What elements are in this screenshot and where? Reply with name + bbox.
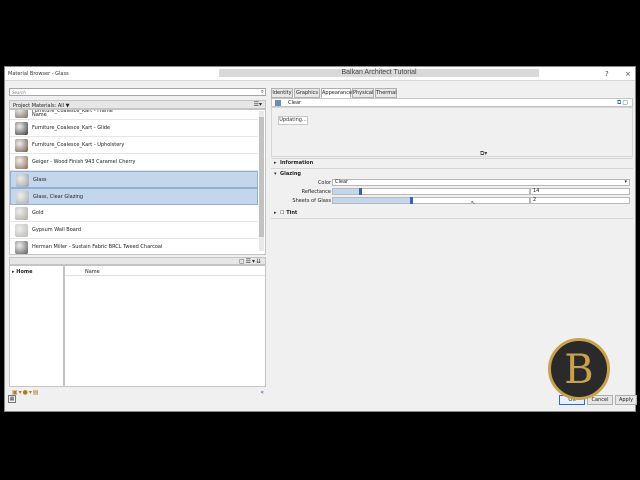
material-row[interactable]: Glass [10,171,258,188]
help-button[interactable]: ? [605,70,609,78]
material-name: Geiger - Wood Finish 943 Caramel Cherry [32,159,136,165]
logo-letter: B [564,347,594,393]
reflectance-label: Reflectance [301,189,331,195]
tab-thermal[interactable]: Thermal [375,88,397,98]
material-name: Furniture_Coalesce_Kart - Upholstery [32,142,125,148]
asset-tools-icons[interactable]: ⧉▢ [617,99,629,107]
library-view-icons[interactable]: ▢☰▾⇊ [239,258,262,265]
divider [271,168,633,169]
sheets-value[interactable]: 2 [530,197,630,204]
material-row[interactable]: Gold [10,205,258,222]
sheets-fill [333,198,412,203]
tree-home-item[interactable]: ▸ Home [12,269,33,275]
material-thumbnail [16,191,29,204]
tint-section[interactable]: ▸ ☐ Tint [274,210,297,216]
browser-panel: Search ⌕ Project Materials: All ▼ ☰▾ Nam… [7,83,268,411]
material-thumbnail [15,207,28,220]
search-input[interactable]: Search ⌕ [9,88,266,96]
materials-scrollbar[interactable] [259,111,264,251]
material-thumbnail [15,122,28,135]
material-thumbnail [15,139,28,152]
library-tree: ▸ Home [9,265,64,387]
material-thumbnail [16,174,29,187]
material-row[interactable]: Furniture_Coalesce_Kart - Upholstery [10,137,258,154]
asset-icon [275,100,281,106]
material-row[interactable]: Furniture_Coalesce_Kart - Glide [10,120,258,137]
library-manage-icons[interactable]: ▣▾●▾▤ [12,389,40,396]
material-name: Gold [32,210,44,216]
channel-logo: B [548,338,610,400]
material-thumbnail [15,241,28,254]
chevron-down-icon: ▾ [624,179,627,185]
material-name: Gypsum Wall Board [32,227,81,233]
appearance-preview: Updating... ⧉▾ [271,107,633,157]
close-button[interactable]: × [625,70,631,78]
search-icon[interactable]: ⌕ [261,88,264,96]
material-name: Herman Miller - Sustain Fabric BRCL Twee… [32,244,163,250]
tab-identity[interactable]: Identity [271,88,293,98]
material-row[interactable]: Geiger - Wood Finish 943 Caramel Cherry [10,154,258,171]
updating-status: Updating... [278,116,308,125]
material-browser-window: Material Browser - Glass Balkan Architec… [4,66,637,412]
tab-graphics[interactable]: Graphics [294,88,320,98]
list-view-icon[interactable]: ☰▾ [254,101,262,108]
search-placeholder: Search [12,90,26,95]
project-materials-bar: Project Materials: All ▼ ☰▾ [9,100,266,109]
library-bottom-bar: ▣▾●▾▤ « [9,389,266,398]
scroll-thumb[interactable] [259,117,264,237]
divider [271,218,633,219]
window-title: Material Browser - Glass [8,71,69,77]
material-name: Glass, Clear Glazing [33,194,84,200]
color-label: Color [317,180,331,186]
material-editor-toggle-icon[interactable]: ▦ [8,395,16,403]
library-toolbar: ▢☰▾⇊ [9,257,266,265]
reflectance-slider[interactable] [332,188,530,195]
asset-name: Clear [288,100,302,106]
material-row[interactable]: Glass, Clear Glazing [10,188,258,205]
material-name: Furniture_Coalesce_Kart - Frame [32,109,113,114]
library-content: Name [64,265,266,387]
material-row[interactable]: Gypsum Wall Board [10,222,258,239]
sheets-label: Sheets of Glass [292,198,331,204]
reflectance-knob[interactable] [359,188,363,195]
material-thumbnail [15,156,28,169]
glazing-section[interactable]: ▾ Glazing [274,171,301,177]
material-thumbnail [15,110,28,118]
tab-physical[interactable]: Physical [352,88,374,98]
collapse-icon[interactable]: « [260,389,264,396]
apply-button[interactable]: Apply [615,395,637,405]
reflectance-fill [333,189,361,194]
tutorial-watermark: Balkan Architect Tutorial [219,69,539,77]
materials-list: Name Furniture_Coalesce_Kart - Frame Furn… [9,109,266,255]
asset-bar: Clear ⧉▢ [271,98,633,107]
header-divider [65,275,265,276]
preview-options-icon[interactable]: ⧉▾ [480,150,487,158]
material-row[interactable]: Herman Miller - Sustain Fabric BRCL Twee… [10,239,258,254]
title-bar: Material Browser - Glass Balkan Architec… [5,67,635,81]
material-row[interactable]: Furniture_Coalesce_Kart - Frame [10,109,258,120]
reflectance-value[interactable]: 14 [530,188,630,195]
material-name: Glass [33,177,47,183]
information-section[interactable]: ▸ Information [274,160,313,166]
color-dropdown[interactable]: Clear ▾ [332,179,630,186]
material-thumbnail [15,224,28,237]
material-name: Furniture_Coalesce_Kart - Glide [32,125,111,131]
divider [271,158,633,159]
sheets-knob[interactable] [410,197,414,204]
tab-appearance[interactable]: Appearance [321,88,352,98]
sheets-slider[interactable]: ↖ [332,197,530,206]
mouse-cursor-icon: ↖ [471,200,476,206]
